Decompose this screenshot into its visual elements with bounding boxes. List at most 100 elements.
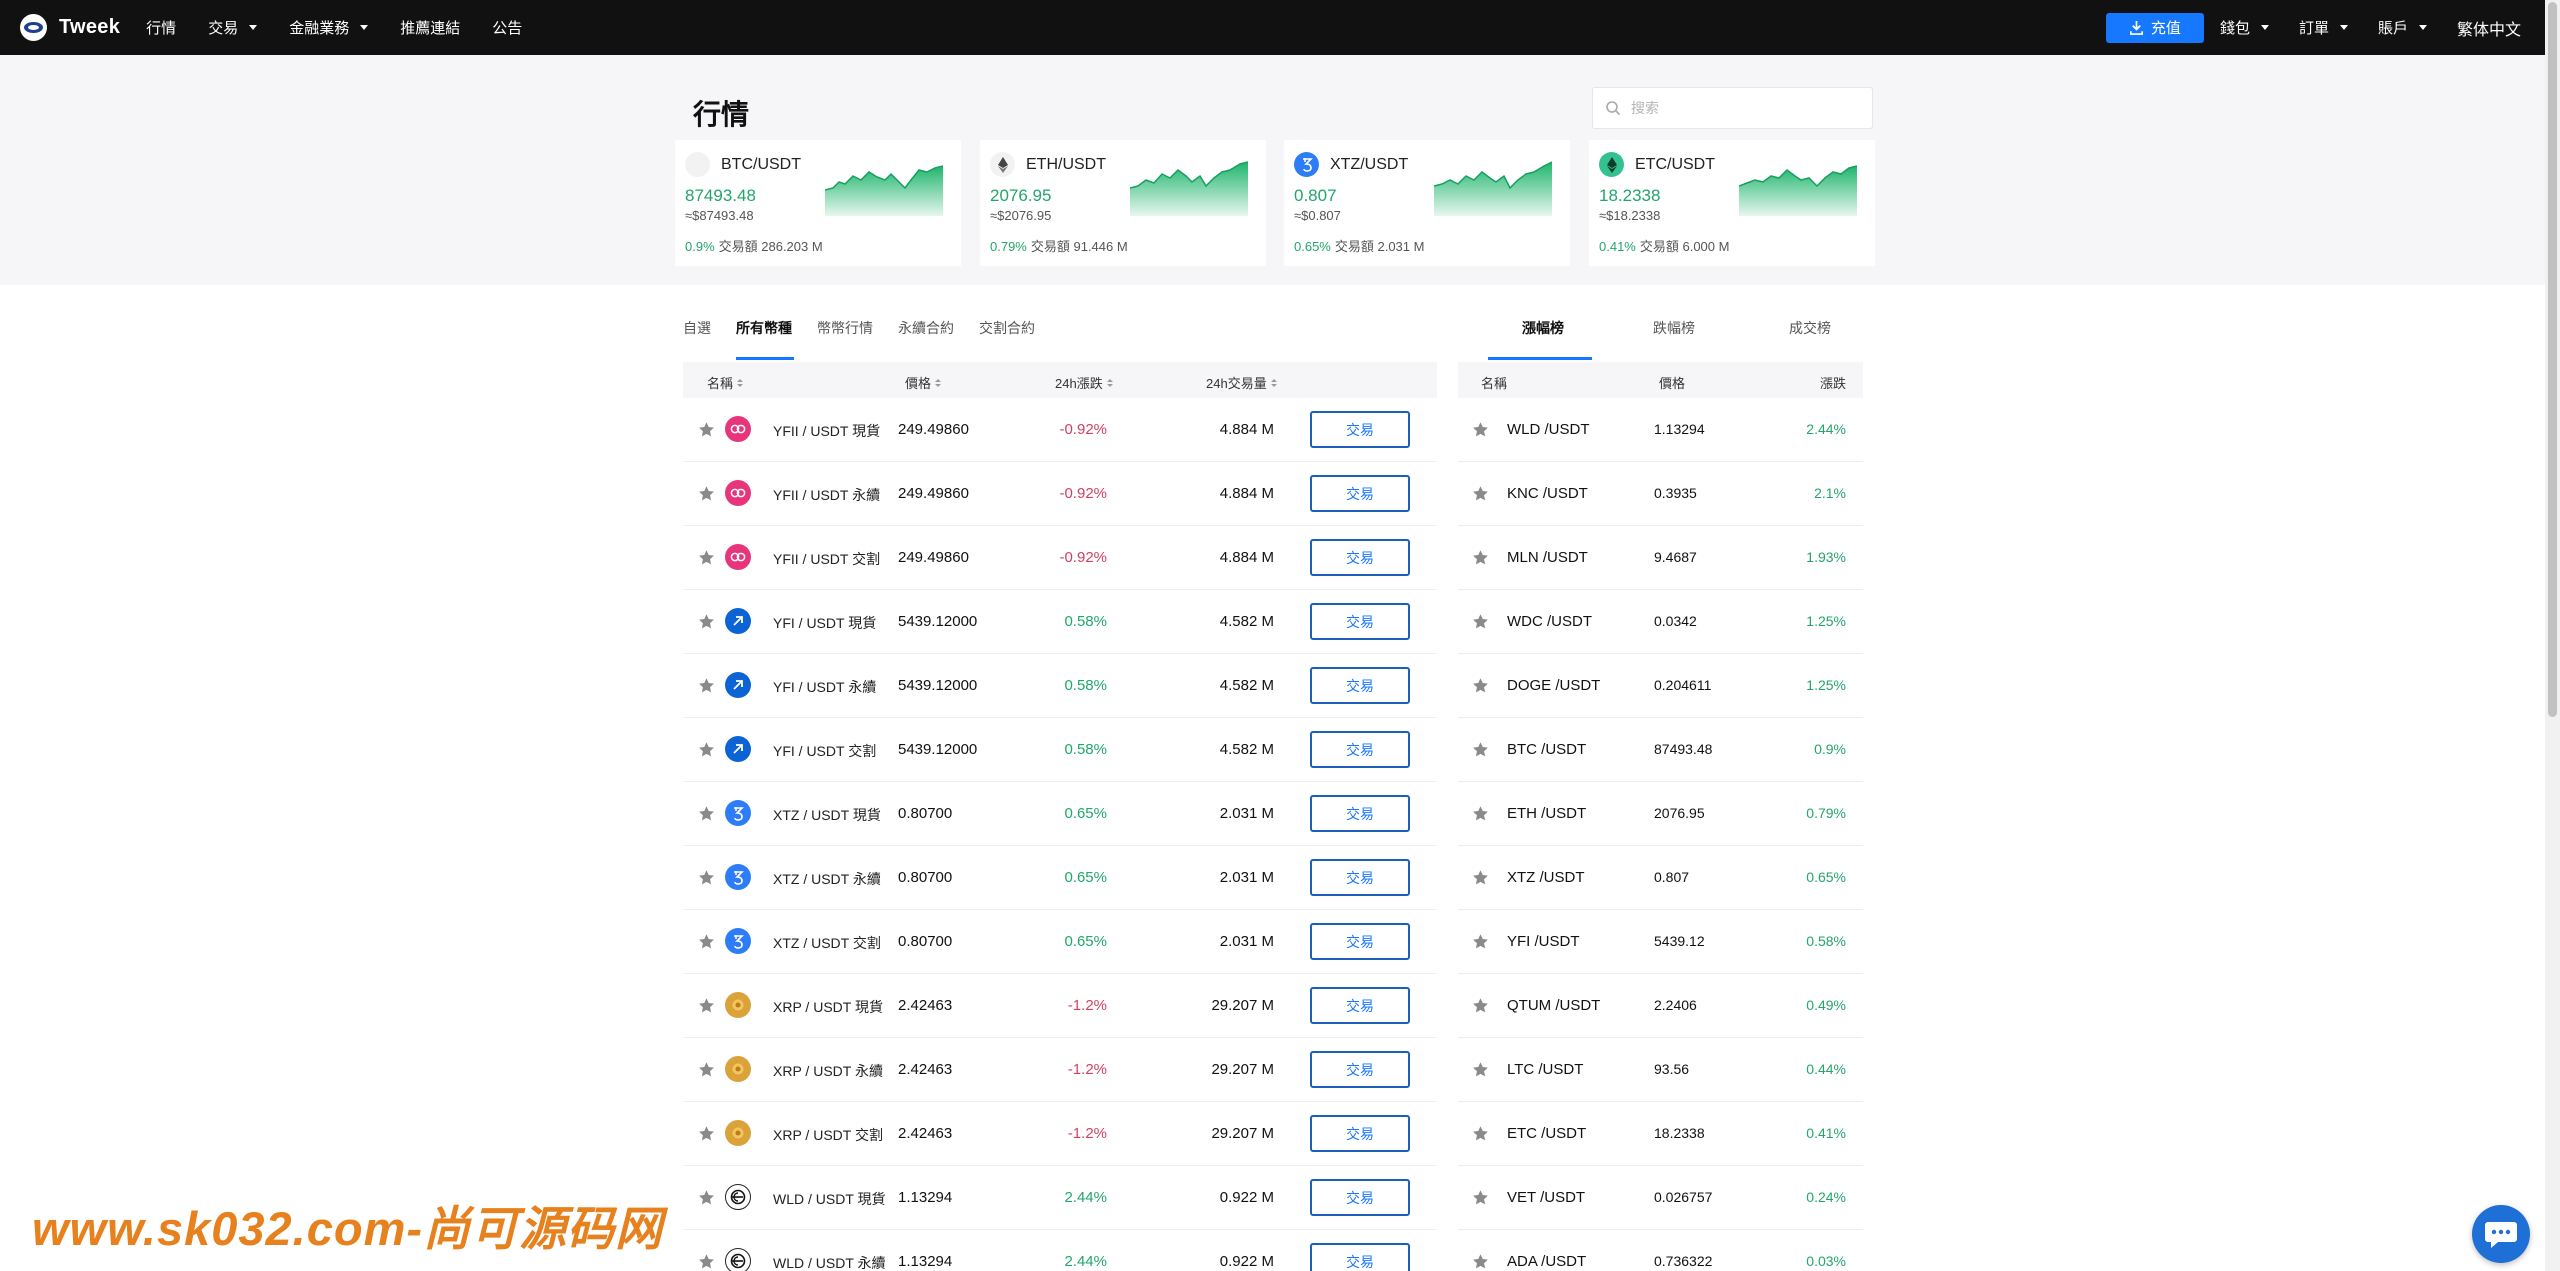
tab-ranking-2[interactable]: 成交榜 [1789, 318, 1831, 338]
tab-market-3[interactable]: 永續合約 [898, 304, 954, 360]
header-name[interactable]: 名稱 [707, 373, 744, 392]
gainer-row[interactable]: WDC /USDT 0.0342 1.25% [1458, 590, 1863, 654]
tab-market-0[interactable]: 自選 [683, 304, 711, 360]
trade-button[interactable]: 交易 [1310, 1051, 1410, 1088]
favorite-star-icon[interactable] [1472, 613, 1489, 630]
trade-button[interactable]: 交易 [1310, 411, 1410, 448]
favorite-star-icon[interactable] [698, 421, 715, 438]
favorite-star-icon[interactable] [1472, 1125, 1489, 1142]
tab-market-2[interactable]: 幣幣行情 [817, 304, 873, 360]
gainer-row[interactable]: YFI /USDT 5439.12 0.58% [1458, 910, 1863, 974]
trade-button[interactable]: 交易 [1310, 539, 1410, 576]
nav-link-1[interactable]: 交易 [208, 17, 258, 38]
favorite-star-icon[interactable] [1472, 1253, 1489, 1270]
favorite-star-icon[interactable] [1472, 677, 1489, 694]
table-row[interactable]: YFII / USDT 交割 249.49860 -0.92% 4.884 M 交易 [683, 526, 1437, 590]
favorite-star-icon[interactable] [698, 933, 715, 950]
favorite-star-icon[interactable] [698, 677, 715, 694]
trade-button[interactable]: 交易 [1310, 795, 1410, 832]
trade-button[interactable]: 交易 [1310, 667, 1410, 704]
table-row[interactable]: WLD / USDT 現貨 1.13294 2.44% 0.922 M 交易 [683, 1166, 1437, 1230]
favorite-star-icon[interactable] [698, 1061, 715, 1078]
ticker-card[interactable]: ETH/USDT 2076.95 ≈$2076.95 0.79% 交易額 91.446 … [980, 140, 1266, 266]
trade-button[interactable]: 交易 [1310, 1115, 1410, 1152]
nav-link-3[interactable]: 推薦連結 [400, 17, 460, 38]
favorite-star-icon[interactable] [698, 485, 715, 502]
favorite-star-icon[interactable] [698, 997, 715, 1014]
favorite-star-icon[interactable] [1472, 549, 1489, 566]
trade-button[interactable]: 交易 [1310, 923, 1410, 960]
favorite-star-icon[interactable] [1472, 741, 1489, 758]
table-row[interactable]: YFI / USDT 現貨 5439.12000 0.58% 4.582 M 交易 [683, 590, 1437, 654]
table-row[interactable]: XTZ / USDT 永續 0.80700 0.65% 2.031 M 交易 [683, 846, 1437, 910]
favorite-star-icon[interactable] [698, 741, 715, 758]
gainer-row[interactable]: DOGE /USDT 0.204611 1.25% [1458, 654, 1863, 718]
gainer-row[interactable]: BTC /USDT 87493.48 0.9% [1458, 718, 1863, 782]
gainer-row[interactable]: MLN /USDT 9.4687 1.93% [1458, 526, 1863, 590]
table-row[interactable]: XRP / USDT 現貨 2.42463 -1.2% 29.207 M 交易 [683, 974, 1437, 1038]
trade-button[interactable]: 交易 [1310, 475, 1410, 512]
tab-ranking-1[interactable]: 跌幅榜 [1653, 318, 1695, 338]
table-row[interactable]: YFII / USDT 永續 249.49860 -0.92% 4.884 M 交易 [683, 462, 1437, 526]
wallet-menu[interactable]: 錢包 [2220, 17, 2269, 38]
language-selector[interactable]: 繁体中文 [2457, 16, 2521, 40]
trade-button[interactable]: 交易 [1310, 603, 1410, 640]
favorite-star-icon[interactable] [698, 549, 715, 566]
table-row[interactable]: XTZ / USDT 現貨 0.80700 0.65% 2.031 M 交易 [683, 782, 1437, 846]
nav-link-4[interactable]: 公告 [492, 17, 522, 38]
trade-button[interactable]: 交易 [1310, 987, 1410, 1024]
favorite-star-icon[interactable] [1472, 997, 1489, 1014]
header-price[interactable]: 價格 [905, 373, 942, 392]
nav-link-2[interactable]: 金融業務 [289, 17, 369, 38]
favorite-star-icon[interactable] [1472, 1189, 1489, 1206]
gainer-row[interactable]: QTUM /USDT 2.2406 0.49% [1458, 974, 1863, 1038]
gainer-row[interactable]: ETC /USDT 18.2338 0.41% [1458, 1102, 1863, 1166]
brand-logo[interactable]: Tweek [20, 14, 120, 41]
trade-button[interactable]: 交易 [1310, 1179, 1410, 1216]
orders-menu[interactable]: 訂單 [2299, 17, 2348, 38]
favorite-star-icon[interactable] [698, 869, 715, 886]
favorite-star-icon[interactable] [1472, 805, 1489, 822]
gainer-row[interactable]: ETH /USDT 2076.95 0.79% [1458, 782, 1863, 846]
page-scrollbar[interactable] [2545, 0, 2560, 1271]
trade-button[interactable]: 交易 [1310, 731, 1410, 768]
tab-market-1[interactable]: 所有幣種 [736, 304, 794, 360]
tab-market-4[interactable]: 交割合約 [979, 304, 1035, 360]
scrollbar-thumb[interactable] [2548, 2, 2557, 717]
table-row[interactable]: XRP / USDT 永續 2.42463 -1.2% 29.207 M 交易 [683, 1038, 1437, 1102]
trade-button[interactable]: 交易 [1310, 1243, 1410, 1271]
table-row[interactable]: YFI / USDT 交割 5439.12000 0.58% 4.582 M 交易 [683, 718, 1437, 782]
gainer-row[interactable]: ADA /USDT 0.736322 0.03% [1458, 1230, 1863, 1271]
search-box[interactable] [1592, 87, 1873, 129]
favorite-star-icon[interactable] [1472, 869, 1489, 886]
trade-button[interactable]: 交易 [1310, 859, 1410, 896]
deposit-button[interactable]: 充值 [2105, 12, 2204, 43]
favorite-star-icon[interactable] [1472, 933, 1489, 950]
favorite-star-icon[interactable] [698, 805, 715, 822]
favorite-star-icon[interactable] [1472, 421, 1489, 438]
chat-support-button[interactable] [2472, 1205, 2530, 1263]
table-row[interactable]: YFI / USDT 永續 5439.12000 0.58% 4.582 M 交易 [683, 654, 1437, 718]
search-input[interactable] [1631, 100, 1861, 116]
gainer-row[interactable]: LTC /USDT 93.56 0.44% [1458, 1038, 1863, 1102]
favorite-star-icon[interactable] [698, 1125, 715, 1142]
favorite-star-icon[interactable] [698, 1253, 715, 1270]
favorite-star-icon[interactable] [698, 613, 715, 630]
nav-link-0[interactable]: 行情 [146, 17, 176, 38]
gainer-row[interactable]: XTZ /USDT 0.807 0.65% [1458, 846, 1863, 910]
ticker-card[interactable]: XTZ/USDT 0.807 ≈$0.807 0.65% 交易額 2.031 M [1284, 140, 1570, 266]
gainer-row[interactable]: WLD /USDT 1.13294 2.44% [1458, 398, 1863, 462]
favorite-star-icon[interactable] [1472, 1061, 1489, 1078]
ticker-card[interactable]: ETC/USDT 18.2338 ≈$18.2338 0.41% 交易額 6.000 M [1589, 140, 1875, 266]
account-menu[interactable]: 賬戶 [2378, 17, 2427, 38]
table-row[interactable]: WLD / USDT 永續 1.13294 2.44% 0.922 M 交易 [683, 1230, 1437, 1271]
gainer-row[interactable]: VET /USDT 0.026757 0.24% [1458, 1166, 1863, 1230]
table-row[interactable]: XRP / USDT 交割 2.42463 -1.2% 29.207 M 交易 [683, 1102, 1437, 1166]
tab-ranking-0[interactable]: 漲幅榜 [1522, 318, 1564, 338]
table-row[interactable]: YFII / USDT 現貨 249.49860 -0.92% 4.884 M 交易 [683, 398, 1437, 462]
favorite-star-icon[interactable] [698, 1189, 715, 1206]
header-change[interactable]: 24h漲跌 [1055, 373, 1113, 392]
gainer-row[interactable]: KNC /USDT 0.3935 2.1% [1458, 462, 1863, 526]
table-row[interactable]: XTZ / USDT 交割 0.80700 0.65% 2.031 M 交易 [683, 910, 1437, 974]
favorite-star-icon[interactable] [1472, 485, 1489, 502]
